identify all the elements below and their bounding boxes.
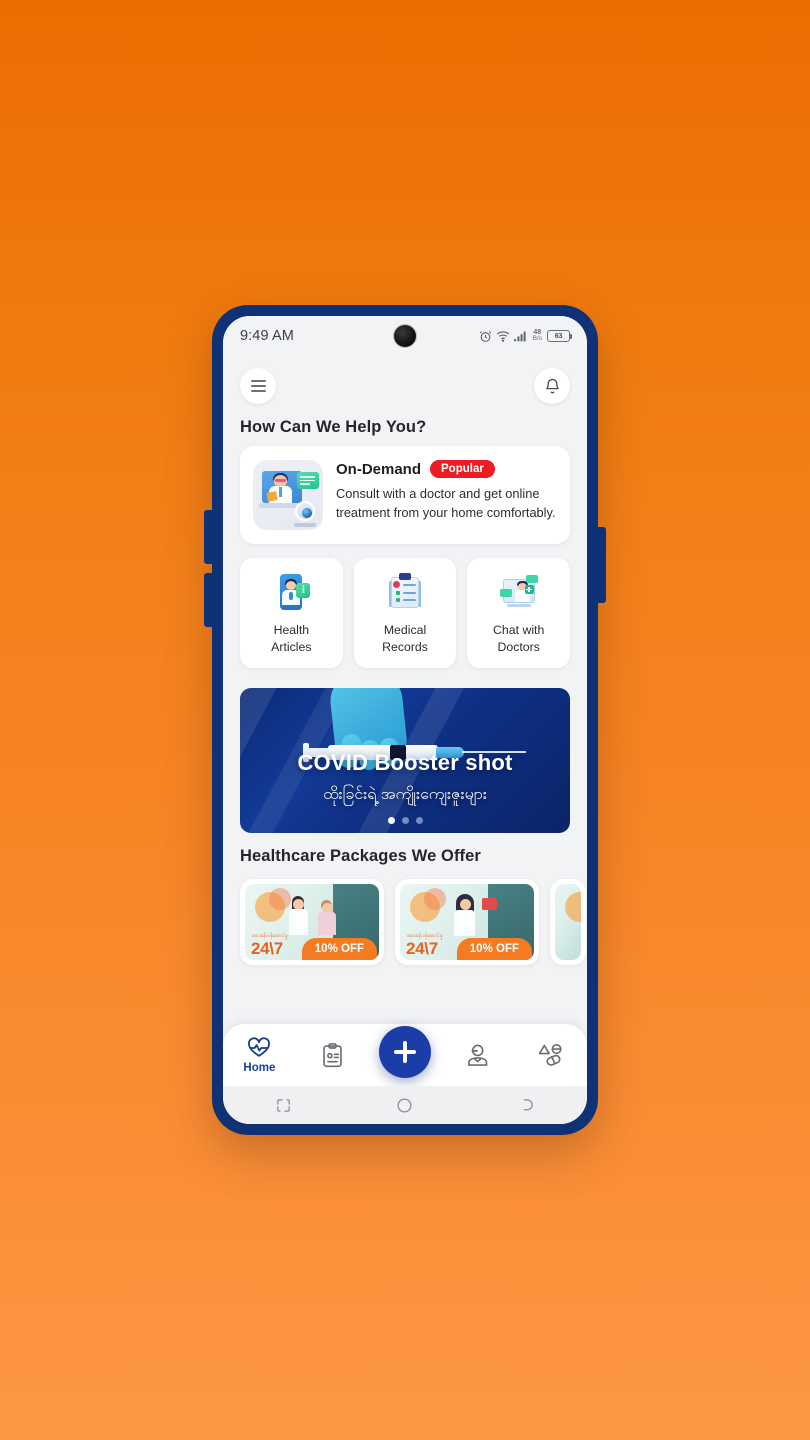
package-card[interactable]: ဆေးခန်းဝန်ဆောင်မှု 24\7 10% OFF [240,879,384,966]
service-tiles-row: i Health Articles Medical Records Chat w… [223,544,587,669]
bell-icon [545,378,559,393]
covid-booster-banner[interactable]: COVID Booster shot ထိုးခြင်းရဲ့ အကျိုးကျ… [240,688,570,834]
alarm-clock-icon [479,330,491,342]
help-section-title: How Can We Help You? [240,418,427,436]
service-label-line2: Articles [271,639,312,654]
popular-badge: Popular [430,460,495,478]
nav-item-doctors[interactable] [441,1043,514,1067]
on-demand-card[interactable]: On-Demand Popular Consult with a doctor … [240,446,570,544]
medical-records-clipboard-icon [385,572,425,612]
service-tile-chat-with-doctors[interactable]: Chat with Doctors [467,558,571,669]
service-tile-label: Chat with Doctors [493,622,544,655]
nav-item-home[interactable]: Home [223,1036,296,1074]
notification-button[interactable] [534,368,570,404]
nav-item-records[interactable] [296,1042,369,1068]
pills-medication-icon [538,1044,562,1066]
heart-pulse-icon [248,1036,271,1057]
status-bar-icons: 48 B/s 63 [479,329,573,343]
service-label-line2: Records [382,639,428,654]
service-label-line1: Chat with [493,623,545,637]
status-bar: 9:49 AM 48 B/s 63 [223,316,587,356]
package-image [555,884,581,961]
package-discount-badge: 10% OFF [456,938,532,961]
service-tile-health-articles[interactable]: i Health Articles [240,558,343,669]
add-action-fab[interactable] [379,1026,431,1078]
phone-device-frame: 9:49 AM 48 B/s 63 How Can We Help You? O… [204,305,606,1135]
volume-down-button[interactable] [204,573,214,627]
package-card[interactable]: ဆေးခန်းဝန်ဆောင်မှု 24\7 10% OFF [395,879,539,966]
banner-subtitle: ထိုးခြင်းရဲ့ အကျိုးကျေးဇူးများ [323,786,487,804]
battery-icon: 63 [547,330,573,342]
clipboard-records-icon [322,1042,342,1067]
service-tile-label: Medical Records [382,622,428,655]
service-tile-label: Health Articles [271,622,311,655]
carousel-dot[interactable] [387,817,395,825]
banner-title: COVID Booster shot [297,750,513,776]
cellular-signal-icon [513,331,526,342]
service-tile-medical-records[interactable]: Medical Records [353,558,457,669]
status-bar-time: 9:49 AM [240,328,294,344]
packages-section-title: Healthcare Packages We Offer [240,847,481,866]
network-speed-unit: B/s [532,335,542,343]
package-headline: 24\7 [406,939,438,959]
chat-with-doctors-icon [499,572,539,612]
package-card-partial[interactable] [550,879,586,966]
nav-item-medications[interactable] [514,1043,587,1067]
package-image: ဆေးခန်းဝန်ဆောင်မှု 24\7 10% OFF [400,884,534,961]
recents-icon[interactable] [275,1097,292,1114]
service-label-line1: Medical [383,623,427,637]
health-articles-icon: i [271,572,311,612]
phone-screen: 9:49 AM 48 B/s 63 How Can We Help You? O… [223,316,587,1124]
android-system-navigation-bar [223,1086,587,1124]
power-button[interactable] [596,527,606,603]
battery-percentage: 63 [554,332,563,340]
home-circle-icon[interactable] [396,1097,413,1114]
healthcare-packages-row: ဆေးခန်းဝန်ဆောင်မှု 24\7 10% OFF ဆေးခန်းဝ… [223,879,587,966]
banner-carousel-dots[interactable] [240,817,570,825]
package-discount-badge: 10% OFF [301,938,377,961]
service-label-line1: Health [273,623,310,637]
telemedicine-illustration-icon [253,460,323,530]
carousel-dot[interactable] [415,817,423,825]
hamburger-menu-icon [250,379,266,393]
package-image: ဆေးခန်းဝန်ဆောင်မှု 24\7 10% OFF [245,884,379,961]
service-label-line2: Doctors [497,639,540,654]
network-speed-indicator: 48 B/s [533,329,542,343]
carousel-dot[interactable] [401,817,409,825]
doctor-profile-icon [468,1044,488,1066]
back-icon[interactable] [518,1097,535,1114]
on-demand-description: Consult with a doctor and get online tre… [336,486,556,520]
on-demand-title: On-Demand [336,460,422,478]
front-camera-punch-hole [394,325,416,347]
package-headline: 24\7 [251,939,283,959]
wifi-icon [496,331,509,342]
volume-up-button[interactable] [204,510,214,564]
hamburger-menu-button[interactable] [240,368,276,404]
nav-item-label: Home [243,1061,276,1074]
app-content-area: How Can We Help You? On-Demand Popular C… [223,356,587,1124]
app-top-bar [223,356,587,404]
